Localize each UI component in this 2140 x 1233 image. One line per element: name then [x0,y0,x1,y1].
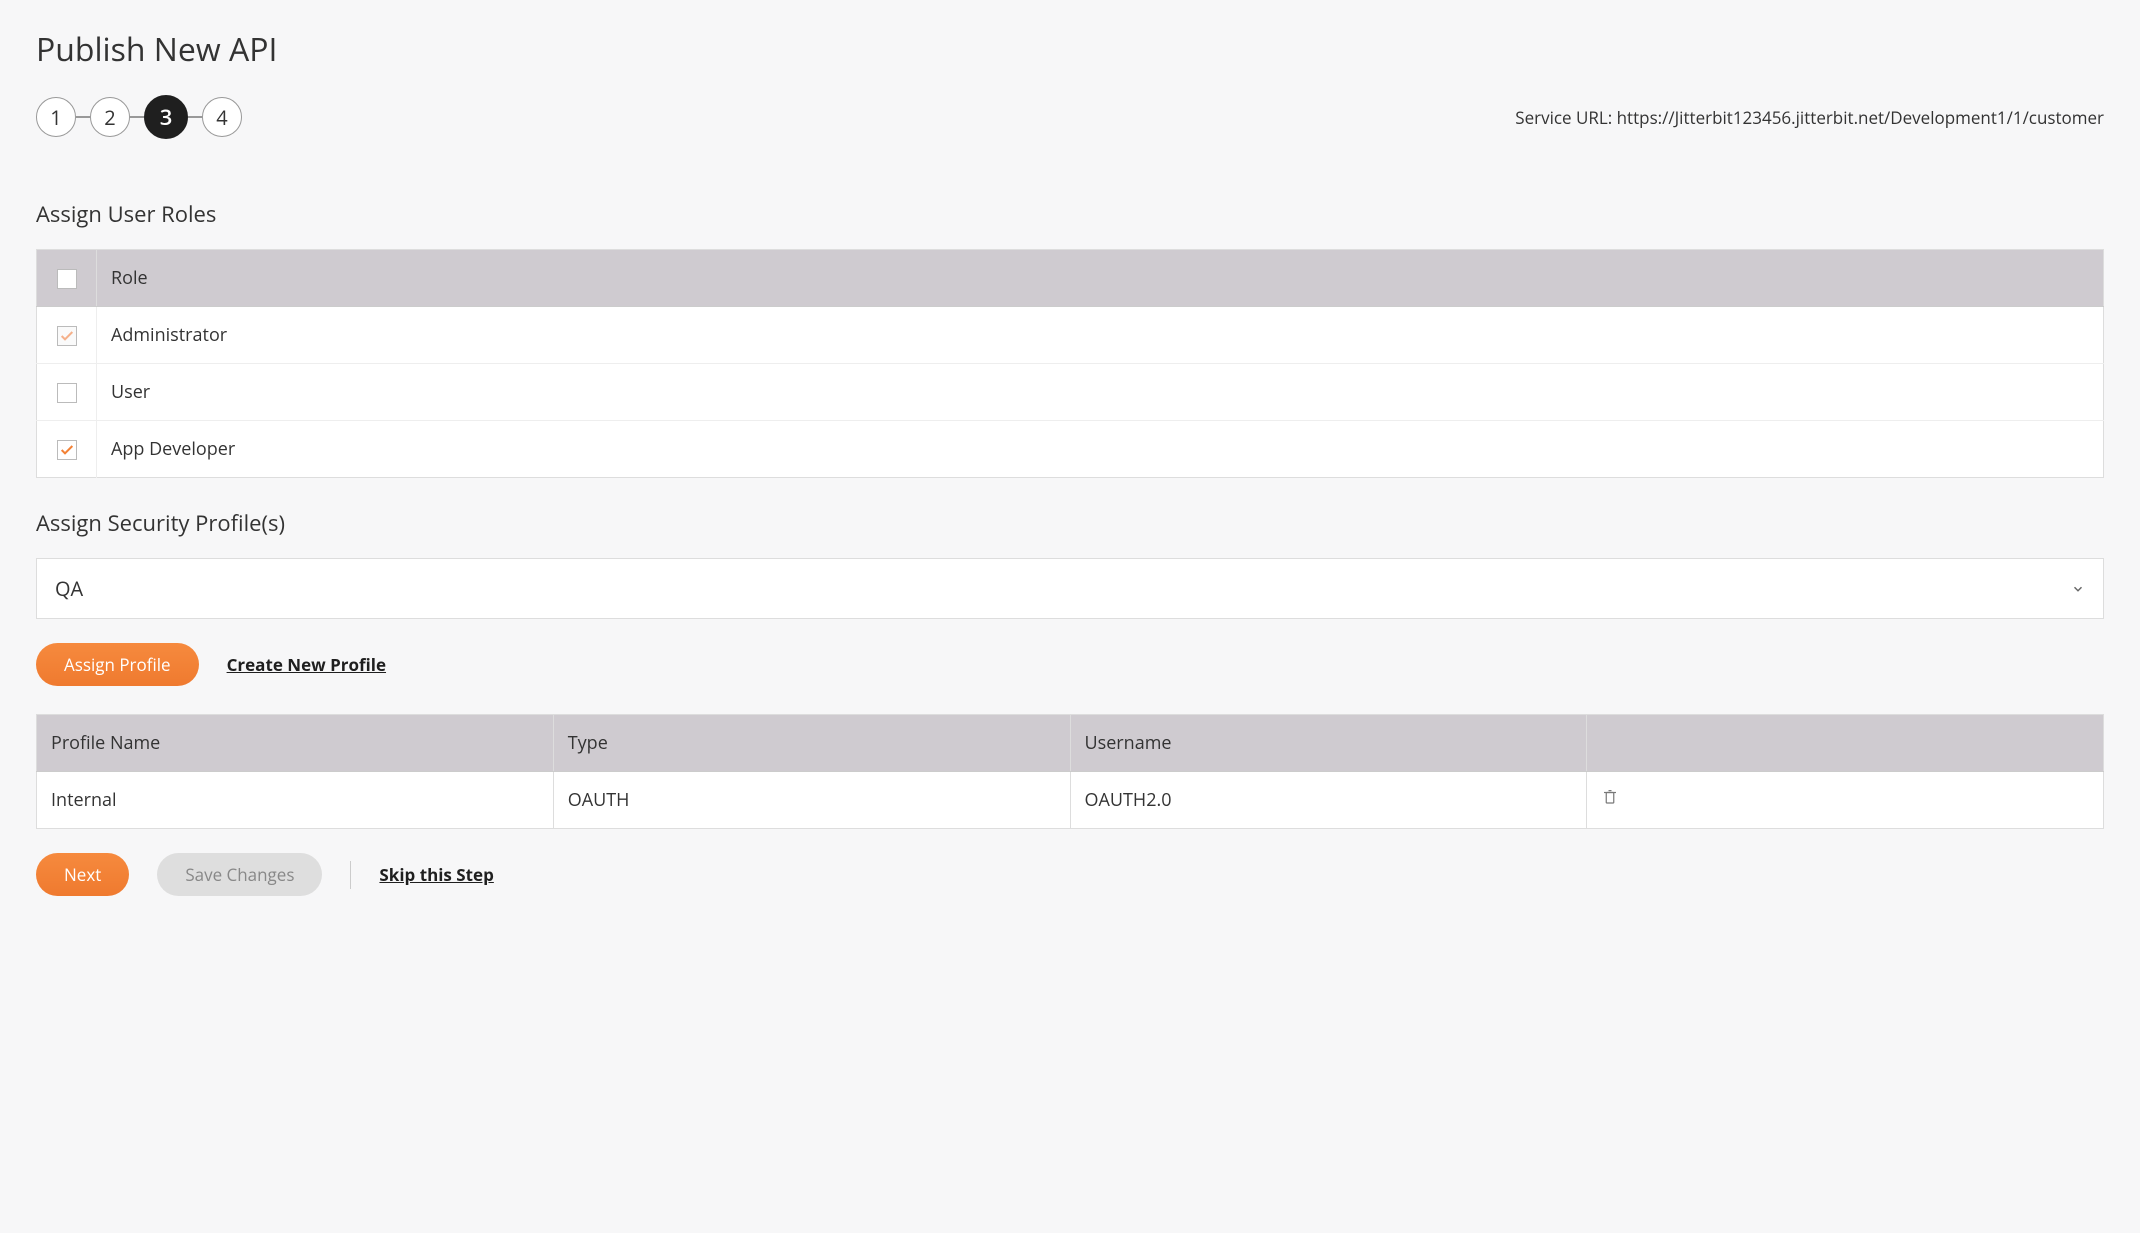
role-label: App Developer [97,421,2104,478]
step-4[interactable]: 4 [202,97,242,137]
table-row: Administrator [37,307,2104,364]
chevron-down-icon [2071,575,2085,602]
profiles-table: Profile Name Type Username Internal OAUT… [36,714,2104,829]
step-connector [188,116,202,118]
service-url-label: Service URL: [1515,106,1616,129]
step-3[interactable]: 3 [144,95,188,139]
profile-actions-row: Assign Profile Create New Profile [36,643,2104,686]
profiles-header-name: Profile Name [37,715,554,772]
profiles-header-type: Type [553,715,1070,772]
table-row: Internal OAUTH OAUTH2.0 [37,772,2104,829]
footer-actions: Next Save Changes Skip this Step [36,853,2104,896]
select-all-checkbox[interactable] [57,269,77,289]
roles-heading: Assign User Roles [36,199,2104,229]
profile-username: OAUTH2.0 [1070,772,1587,829]
step-2[interactable]: 2 [90,97,130,137]
assign-profile-button[interactable]: Assign Profile [36,643,199,686]
select-value: QA [55,575,83,602]
skip-step-link[interactable]: Skip this Step [379,863,493,886]
create-new-profile-link[interactable]: Create New Profile [227,653,386,676]
table-row: User [37,364,2104,421]
role-checkbox-app-developer[interactable] [57,440,77,460]
table-row: App Developer [37,421,2104,478]
role-checkbox-administrator [57,326,77,346]
step-connector [76,116,90,118]
profiles-header-actions [1587,715,2104,772]
role-label: User [97,364,2104,421]
security-profile-select-wrap: QA [36,558,2104,619]
profile-actions [1587,772,2104,829]
divider [350,861,351,889]
profile-name: Internal [37,772,554,829]
profile-type: OAUTH [553,772,1070,829]
step-connector [130,116,144,118]
roles-header-role: Role [97,250,2104,307]
roles-header-checkbox-cell [37,250,97,307]
profiles-header-username: Username [1070,715,1587,772]
page-title: Publish New API [36,28,2104,71]
step-1[interactable]: 1 [36,97,76,137]
trash-icon[interactable] [1601,788,1619,806]
stepper: 1 2 3 4 [36,95,242,139]
service-url-value: https://Jitterbit123456.jitterbit.net/De… [1617,106,2104,129]
save-changes-button: Save Changes [157,853,322,896]
service-url: Service URL: https://Jitterbit123456.jit… [1515,106,2104,129]
top-row: 1 2 3 4 Service URL: https://Jitterbit12… [36,95,2104,139]
profiles-heading: Assign Security Profile(s) [36,508,2104,538]
role-label: Administrator [97,307,2104,364]
role-checkbox-user[interactable] [57,383,77,403]
roles-table: Role Administrator User [36,249,2104,478]
next-button[interactable]: Next [36,853,129,896]
security-profile-select[interactable]: QA [36,558,2104,619]
